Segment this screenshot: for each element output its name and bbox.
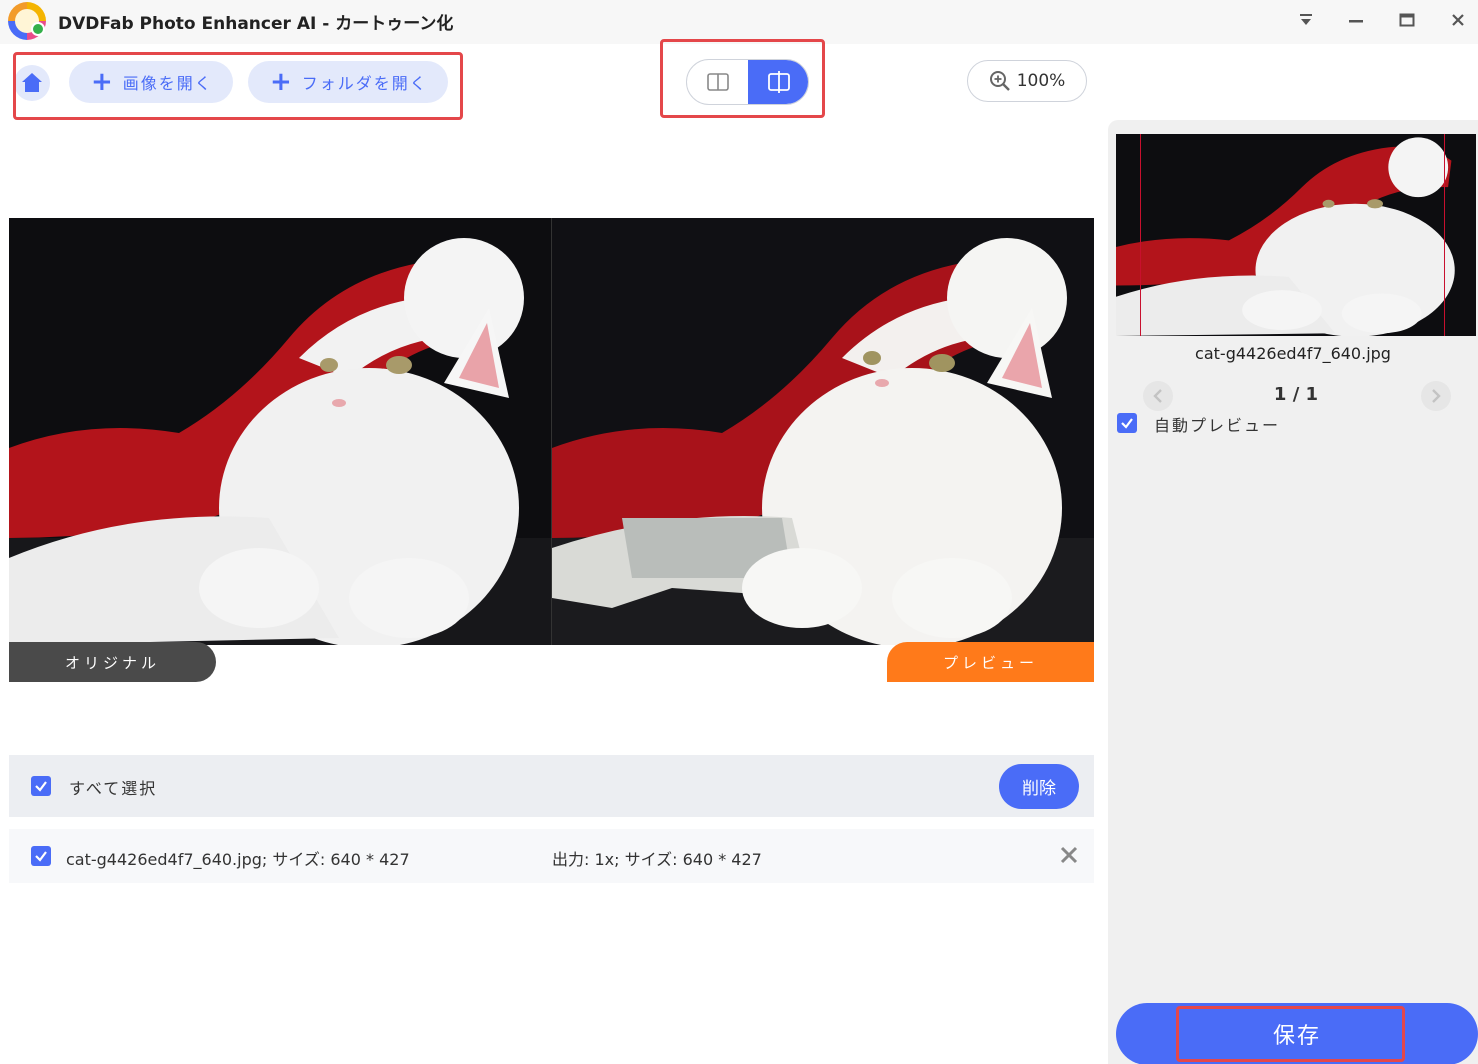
maximize-icon[interactable] [1391,6,1423,34]
highlight-box-open [13,52,463,120]
zoom-button[interactable]: 100% [967,60,1087,102]
select-all-label: すべて選択 [69,779,158,798]
delete-button[interactable]: 削除 [999,764,1079,809]
remove-file-icon[interactable] [1059,845,1079,870]
checkmark-icon [35,781,47,792]
thumbnail-image[interactable] [1116,134,1476,336]
auto-preview-label: 自動プレビュー [1154,416,1281,435]
title-bar: DVDFab Photo Enhancer AI - カートゥーン化 [0,0,1478,44]
next-page-button[interactable] [1421,381,1451,411]
file-row-checkbox[interactable] [31,846,51,866]
file-list-row[interactable]: cat-g4426ed4f7_640.jpg; サイズ: 640 * 427 出… [9,829,1094,883]
original-label: オリジナル [9,642,216,682]
chevron-right-icon [1432,389,1441,403]
minimize-icon[interactable] [1340,6,1372,34]
image-compare-area[interactable] [9,218,1094,645]
window-title: DVDFab Photo Enhancer AI - カートゥーン化 [58,14,454,34]
output-info: 出力: 1x; サイズ: 640 * 427 [552,850,762,869]
file-info: cat-g4426ed4f7_640.jpg; サイズ: 640 * 427 [66,850,410,869]
close-icon[interactable] [1442,6,1474,34]
select-all-checkbox[interactable] [31,776,51,796]
auto-preview-checkbox[interactable] [1117,413,1137,433]
highlight-box-save [1176,1006,1405,1062]
menu-dropdown-icon[interactable] [1290,6,1322,34]
original-image [9,218,551,645]
ai-badge-icon [31,22,45,36]
app-window: DVDFab Photo Enhancer AI - カートゥーン化 + 画像を… [0,0,1478,1064]
select-all-bar: すべて選択 削除 [9,755,1094,817]
side-panel: cat-g4426ed4f7_640.jpg 1 / 1 自動プレビュー 保存 [1108,120,1478,1064]
zoom-level: 100% [1016,71,1066,91]
zoom-in-icon [989,71,1010,91]
toolbar: + 画像を開く + フォルダを開く 100% [0,39,1478,120]
highlight-box-view [660,39,825,118]
preview-image [552,218,1094,645]
checkmark-icon [1121,418,1133,429]
thumb-crop-line-right [1444,134,1445,336]
thumbnail-filename: cat-g4426ed4f7_640.jpg [1195,344,1391,363]
thumb-crop-line-left [1140,134,1141,336]
checkmark-icon [35,851,47,862]
preview-label: プレビュー [887,642,1094,682]
